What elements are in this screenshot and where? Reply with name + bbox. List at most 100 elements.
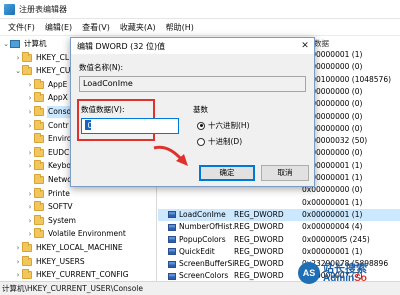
tree-item-label: Enviro xyxy=(48,134,72,144)
tree-item[interactable]: › AppE xyxy=(26,78,68,91)
tree-item[interactable]: › HKEY_CURRENT_CONFIG xyxy=(14,269,130,281)
tree-item[interactable]: › HKEY_USERS xyxy=(14,255,86,268)
annotation-arrow xyxy=(153,145,188,166)
value-data-cell: 0x00000000 (0) xyxy=(302,148,363,158)
value-row[interactable]: PopupColors REG_DWORD 0x000000f5 (245) xyxy=(158,234,400,246)
value-row[interactable]: LoadConIme REG_DWORD 0x00000001 (1) xyxy=(158,208,400,221)
folder-icon xyxy=(22,255,32,266)
folder-icon xyxy=(34,92,44,103)
value-data-cell: 0x00000001 (1) xyxy=(302,160,363,170)
chevron-right-icon[interactable]: › xyxy=(26,160,34,172)
value-name-text: PopupColors xyxy=(179,234,226,244)
ok-button-label: 确定 xyxy=(219,168,235,177)
value-data-cell: 0x00000004 (4) xyxy=(302,222,363,232)
tree-item[interactable]: ⌄ HKEY_CU xyxy=(14,65,71,77)
value-data-cell: 0x00000032 (50) xyxy=(302,136,368,146)
regedit-app-icon xyxy=(4,3,15,15)
radio-hex-dot xyxy=(197,121,205,130)
chevron-right-icon[interactable]: › xyxy=(14,269,22,281)
tree-item[interactable]: › SOFTV xyxy=(26,201,74,213)
tree-item[interactable]: › HKEY_LOCAL_MACHINE xyxy=(14,242,124,254)
value-data-cell: 0x00000001 (1) xyxy=(302,209,363,219)
chevron-right-icon[interactable]: › xyxy=(26,188,34,200)
folder-icon xyxy=(34,119,44,130)
tree-item[interactable]: › Volatile Environment xyxy=(26,228,127,240)
chevron-right-icon[interactable]: › xyxy=(26,79,34,91)
tree-item[interactable]: › System xyxy=(26,214,77,227)
value-type-cell: REG_DWORD xyxy=(234,234,284,244)
tree-item[interactable]: ⌄ 计算机 xyxy=(2,38,48,50)
value-name-text: ScreenBufferSi... xyxy=(179,259,234,269)
chevron-right-icon[interactable]: › xyxy=(14,52,22,64)
value-row[interactable]: NumberOfHist... REG_DWORD 0x00000004 (4) xyxy=(158,221,400,233)
value-data-cell: 0x00000001 (1) xyxy=(302,173,363,182)
radio-dec[interactable]: 十进制(D) xyxy=(197,136,242,147)
tree-item[interactable]: Enviro xyxy=(26,133,73,145)
menu-bar: 文件(F) 编辑(E) 查看(V) 收藏夹(A) 帮助(H) xyxy=(0,19,400,36)
chevron-right-icon[interactable]: › xyxy=(14,242,22,254)
column-header-data[interactable]: 数据 xyxy=(314,38,329,49)
tree-item-label: HKEY_CL xyxy=(36,52,70,62)
chevron-right-icon[interactable]: › xyxy=(26,147,34,159)
registry-value-icon xyxy=(168,248,176,256)
tree-item[interactable]: › EUDC xyxy=(26,146,70,159)
value-data-cell: 0x00000000 (0) xyxy=(302,123,363,133)
value-data-cell: 0x00000001 (1) xyxy=(302,197,363,207)
tree-item-label: 计算机 xyxy=(24,39,47,48)
menu-file[interactable]: 文件(F) xyxy=(3,19,40,36)
radio-hex[interactable]: 十六进制(H) xyxy=(197,120,250,131)
menu-favorites[interactable]: 收藏夹(A) xyxy=(115,19,161,36)
value-data-cell: 0x00000000 (0) xyxy=(302,111,363,121)
tree-item-label: HKEY_LOCAL_MACHINE xyxy=(36,243,123,252)
chevron-down-icon[interactable]: ⌄ xyxy=(2,38,10,50)
folder-icon xyxy=(34,214,44,225)
menu-view[interactable]: 查看(V) xyxy=(77,19,115,36)
cancel-button[interactable]: 取消 xyxy=(261,165,309,181)
value-name-text: ScreenColors xyxy=(179,271,229,281)
value-data-cell: 0x00100000 (1048576) xyxy=(302,74,392,84)
value-name-cell: QuickEdit xyxy=(158,246,234,258)
value-name-field: LoadConIme xyxy=(79,76,306,92)
watermark-line2: AdminSo xyxy=(323,273,367,284)
value-name-cell: ScreenColors xyxy=(158,270,234,281)
registry-value-icon xyxy=(168,260,176,268)
watermark-text: 站长搜索 AdminSo xyxy=(323,263,367,284)
window-title: 注册表编辑器 xyxy=(19,4,67,14)
chevron-right-icon[interactable]: › xyxy=(26,201,34,213)
tree-item[interactable]: › Printe xyxy=(26,187,71,200)
tree-item-label: System xyxy=(48,215,76,225)
ok-button[interactable]: 确定 xyxy=(199,165,255,181)
chevron-right-icon[interactable]: › xyxy=(26,106,34,118)
value-type-cell: REG_DWORD xyxy=(234,271,284,281)
menu-help[interactable]: 帮助(H) xyxy=(161,19,199,36)
tree-item[interactable]: Netwo xyxy=(26,174,73,186)
chevron-right-icon[interactable]: › xyxy=(26,120,34,132)
dialog-close-button[interactable]: ✕ xyxy=(299,40,311,52)
folder-icon xyxy=(34,187,44,198)
value-data-cell: 0x00000000 (0) xyxy=(302,86,363,96)
value-row[interactable]: 0x00000001 (1) xyxy=(158,197,400,209)
menu-edit[interactable]: 编辑(E) xyxy=(40,19,77,36)
chevron-right-icon[interactable]: › xyxy=(26,228,34,240)
value-data-cell: 0x00000001 (1) xyxy=(302,50,363,59)
tree-item[interactable]: › AppX xyxy=(26,92,69,104)
value-name-cell: LoadConIme xyxy=(158,209,234,221)
chevron-down-icon[interactable]: ⌄ xyxy=(14,65,22,77)
radio-hex-label: 十六进制(H) xyxy=(208,121,250,130)
folder-icon xyxy=(34,106,44,116)
registry-value-icon xyxy=(168,211,176,219)
tree-item-label: Printe xyxy=(48,188,70,198)
tree-item[interactable]: › Conso xyxy=(26,106,73,118)
chevron-right-icon[interactable]: › xyxy=(14,256,22,268)
value-data-cell: 0x00000000 (0) xyxy=(302,185,363,195)
value-data-label: 数值数据(V): xyxy=(81,105,125,114)
chevron-right-icon[interactable]: › xyxy=(26,92,34,104)
chevron-right-icon[interactable]: › xyxy=(26,215,34,227)
tree-item[interactable]: › HKEY_CL xyxy=(14,51,70,64)
folder-icon xyxy=(22,242,32,252)
tree-item[interactable]: › Contr xyxy=(26,119,70,132)
tree-item[interactable]: › Keybo xyxy=(26,160,72,172)
value-data-cell: 0x000000f5 (245) xyxy=(302,234,370,244)
value-data-input[interactable]: 0 xyxy=(81,118,179,134)
